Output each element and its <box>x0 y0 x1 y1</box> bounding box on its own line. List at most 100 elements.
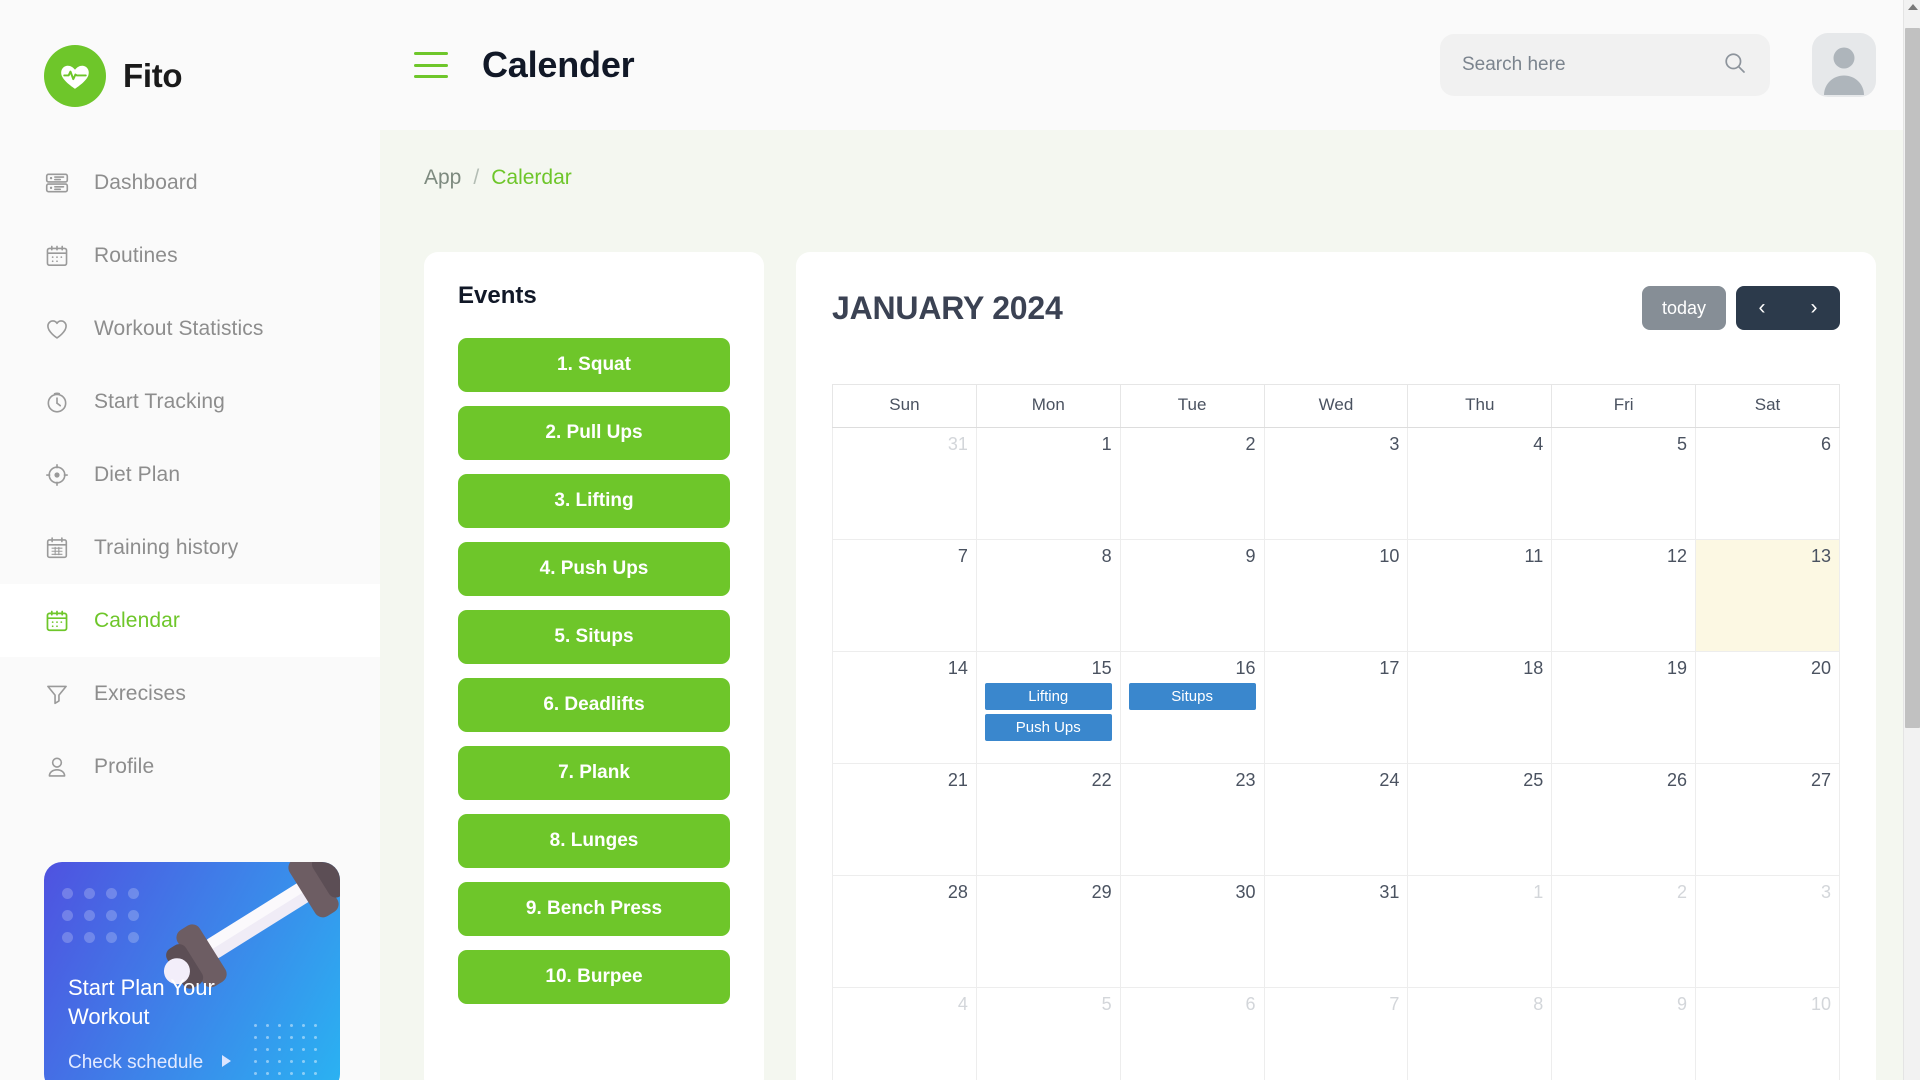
sidebar-item-workout-statistics[interactable]: Workout Statistics <box>0 292 380 365</box>
calendar-day-cell[interactable]: 14 <box>832 651 977 764</box>
breadcrumb-current: Calerdar <box>491 166 572 189</box>
calendar-day-number: 8 <box>1533 994 1544 1014</box>
calendar-day-cell[interactable]: 29 <box>975 875 1121 988</box>
calendar-day-cell[interactable]: 6 <box>1119 987 1265 1080</box>
promo-title: Start Plan Your Workout <box>68 975 215 1029</box>
calendar-day-cell[interactable]: 17 <box>1263 651 1409 764</box>
calendar-event[interactable]: Lifting <box>984 683 1112 710</box>
calendar-day-cell[interactable]: 7 <box>832 539 977 652</box>
calendar-day-cell[interactable]: 8 <box>975 539 1121 652</box>
calendar-day-number: 19 <box>1667 658 1688 678</box>
calendar-day-cell[interactable]: 5 <box>1551 427 1697 540</box>
calendar-day-cell[interactable]: 3 <box>1263 427 1409 540</box>
calendar-day-cell[interactable]: 5 <box>975 987 1121 1080</box>
breadcrumb-root[interactable]: App <box>424 166 461 190</box>
next-month-button[interactable]: › <box>1788 286 1840 330</box>
calendar-day-number: 24 <box>1379 770 1400 790</box>
calendar-day-cell[interactable]: 8 <box>1407 987 1553 1080</box>
calendar-nav-group: ‹ › <box>1736 286 1840 330</box>
calendar-day-number: 5 <box>1101 994 1112 1014</box>
calendar-day-number: 4 <box>1533 434 1544 454</box>
event-button[interactable]: 1. Squat <box>458 338 730 392</box>
sidebar-item-dashboard[interactable]: Dashboard <box>0 146 380 219</box>
event-button[interactable]: 10. Burpee <box>458 950 730 1004</box>
decorative-dots <box>62 888 150 954</box>
promo-card[interactable]: Start Plan Your Workout Check schedule <box>44 862 340 1080</box>
event-button[interactable]: 2. Pull Ups <box>458 406 730 460</box>
search-icon[interactable] <box>1722 50 1748 81</box>
sidebar-item-label: Calendar <box>94 608 181 632</box>
calendar-day-cell[interactable]: 4 <box>1407 427 1553 540</box>
today-button[interactable]: today <box>1641 286 1726 330</box>
target-icon <box>44 462 70 488</box>
calendar-icon <box>44 243 70 269</box>
page-scrollbar[interactable] <box>1903 0 1920 1080</box>
search-input[interactable] <box>1462 54 1722 76</box>
calendar-week-row: 21 22 23 24 25 26 27 <box>832 763 1840 876</box>
calendar-day-cell[interactable]: 9 <box>1119 539 1265 652</box>
calendar-day-cell[interactable]: 21 <box>832 763 977 876</box>
calendar-weekday: Mon <box>975 384 1121 428</box>
event-button[interactable]: 7. Plank <box>458 746 730 800</box>
calendar-day-number: 6 <box>1820 434 1831 454</box>
calendar-day-cell[interactable]: 6 <box>1695 427 1840 540</box>
hamburger-icon[interactable] <box>414 52 448 78</box>
calendar-day-cell[interactable]: 1 <box>975 427 1121 540</box>
calendar-day-cell[interactable]: 31 <box>832 427 977 540</box>
calendar-day-cell[interactable]: 25 <box>1407 763 1553 876</box>
calendar-day-cell[interactable]: 16 Situps <box>1119 651 1265 764</box>
event-button[interactable]: 8. Lunges <box>458 814 730 868</box>
calendar-day-cell[interactable]: 10 <box>1263 539 1409 652</box>
calendar-day-cell[interactable]: 20 <box>1695 651 1840 764</box>
calendar-day-cell[interactable]: 23 <box>1119 763 1265 876</box>
sidebar-item-training-history[interactable]: Training history <box>0 511 380 584</box>
calendar-day-cell[interactable]: 28 <box>832 875 977 988</box>
calendar-day-cell[interactable]: 15 Lifting Push Ups <box>975 651 1121 764</box>
sidebar-item-calendar[interactable]: Calendar <box>0 584 380 657</box>
calendar-day-cell[interactable]: 11 <box>1407 539 1553 652</box>
event-button[interactable]: 6. Deadlifts <box>458 678 730 732</box>
calendar-day-number: 29 <box>1091 882 1112 902</box>
calendar-day-cell[interactable]: 18 <box>1407 651 1553 764</box>
calendar-day-cell[interactable]: 13 <box>1695 539 1840 652</box>
calendar-day-cell[interactable]: 27 <box>1695 763 1840 876</box>
calendar-day-cell[interactable]: 7 <box>1263 987 1409 1080</box>
sidebar-item-routines[interactable]: Routines <box>0 219 380 292</box>
calendar-day-cell[interactable]: 3 <box>1695 875 1840 988</box>
calendar-day-cell[interactable]: 24 <box>1263 763 1409 876</box>
event-button[interactable]: 5. Situps <box>458 610 730 664</box>
calendar-event[interactable]: Push Ups <box>984 714 1112 741</box>
calendar-day-number: 2 <box>1677 882 1688 902</box>
calendar-day-cell[interactable]: 30 <box>1119 875 1265 988</box>
calendar-day-cell[interactable]: 10 <box>1695 987 1840 1080</box>
prev-month-button[interactable]: ‹ <box>1736 286 1788 330</box>
promo-cta[interactable]: Check schedule <box>68 1052 233 1074</box>
calendar-day-cell[interactable]: 26 <box>1551 763 1697 876</box>
avatar[interactable] <box>1812 33 1876 97</box>
brand[interactable]: Fito <box>0 0 380 110</box>
calendar-day-cell[interactable]: 19 <box>1551 651 1697 764</box>
calendar-day-cell[interactable]: 2 <box>1119 427 1265 540</box>
calendar-day-cell[interactable]: 1 <box>1407 875 1553 988</box>
scrollbar-thumb[interactable] <box>1905 28 1920 728</box>
calendar-day-cell[interactable]: 2 <box>1551 875 1697 988</box>
calendar-weekday: Thu <box>1407 384 1553 428</box>
calendar-day-number: 6 <box>1245 994 1256 1014</box>
sidebar-item-exrecises[interactable]: Exrecises <box>0 657 380 730</box>
sidebar-item-profile[interactable]: Profile <box>0 730 380 803</box>
search-box[interactable] <box>1440 34 1770 96</box>
event-button[interactable]: 3. Lifting <box>458 474 730 528</box>
calendar-day-cell[interactable]: 12 <box>1551 539 1697 652</box>
calendar-day-cell[interactable]: 22 <box>975 763 1121 876</box>
event-button[interactable]: 4. Push Ups <box>458 542 730 596</box>
sidebar-item-start-tracking[interactable]: Start Tracking <box>0 365 380 438</box>
calendar-event[interactable]: Situps <box>1128 683 1256 710</box>
event-button[interactable]: 9. Bench Press <box>458 882 730 936</box>
calendar-day-cell[interactable]: 4 <box>832 987 977 1080</box>
sidebar-item-diet-plan[interactable]: Diet Plan <box>0 438 380 511</box>
scroll-up-arrow-icon[interactable] <box>1908 4 1918 10</box>
calendar-day-cell[interactable]: 31 <box>1263 875 1409 988</box>
calendar-day-number: 31 <box>1379 882 1400 902</box>
calendar-day-cell[interactable]: 9 <box>1551 987 1697 1080</box>
calendar-day-number: 9 <box>1245 546 1256 566</box>
